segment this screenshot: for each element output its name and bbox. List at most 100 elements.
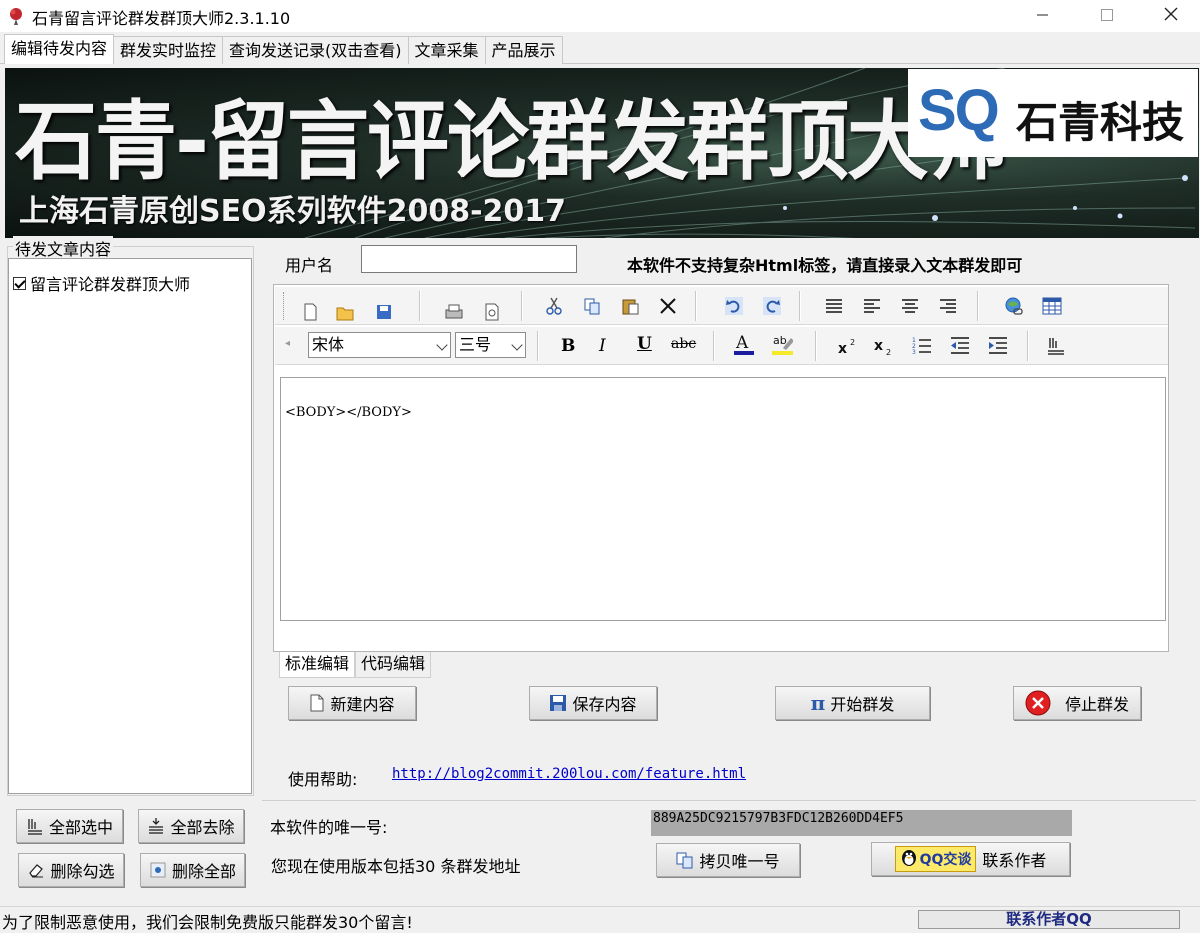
delete-all-button[interactable]: 删除全部 — [140, 853, 245, 887]
deselect-all-icon — [147, 817, 165, 835]
align-left-icon[interactable] — [861, 295, 883, 317]
new-document-icon[interactable] — [299, 301, 321, 323]
toolbar-separator — [1027, 331, 1028, 361]
tab-standard-edit[interactable]: 标准编辑 — [279, 652, 356, 678]
svg-text:2: 2 — [850, 338, 855, 347]
copy-icon[interactable] — [581, 295, 603, 317]
undo-icon[interactable] — [723, 295, 745, 317]
red-flower-icon — [6, 6, 26, 26]
font-color-icon[interactable]: A — [733, 333, 755, 355]
save-content-button[interactable]: 保存内容 — [529, 686, 657, 720]
select-all-label: 全部选中 — [48, 818, 113, 837]
toolbar-grip — [283, 292, 285, 320]
uid-label: 本软件的唯一号: — [270, 818, 388, 837]
start-send-button[interactable]: π 开始群发 — [775, 686, 930, 720]
help-link[interactable]: http://blog2commit.200lou.com/feature.ht… — [392, 766, 746, 782]
list-item[interactable]: 留言评论群发群顶大师 — [13, 271, 190, 295]
minimize-button[interactable] — [1020, 0, 1066, 32]
status-contact-qq[interactable]: 联系作者QQ — [918, 910, 1180, 929]
rich-text-editor: ◂ 宋体 三号 B I U abc A ab x2 x2 123 <BODY><… — [273, 284, 1169, 652]
paste-icon[interactable] — [619, 295, 641, 317]
toolbar-separator — [815, 331, 816, 361]
tab-product-showcase[interactable]: 产品展示 — [484, 36, 563, 64]
new-content-label: 新建内容 — [330, 695, 395, 714]
article-list[interactable]: 留言评论群发群顶大师 — [8, 258, 252, 794]
logo-text: 石青科技 — [1016, 98, 1185, 147]
copy-icon — [676, 851, 694, 869]
editor-content-area[interactable]: <BODY></BODY> — [280, 377, 1166, 621]
select-all-icon — [26, 817, 44, 835]
open-folder-icon[interactable] — [335, 301, 357, 323]
save-content-label: 保存内容 — [572, 695, 637, 714]
save-disk-icon[interactable] — [373, 301, 395, 323]
tab-edit-content[interactable]: 编辑待发内容 — [4, 34, 115, 64]
maximize-icon — [1101, 7, 1113, 25]
delete-all-icon — [149, 861, 167, 879]
window-title: 石青留言评论群发群顶大师2.3.1.10 — [32, 9, 291, 28]
qq-penguin-icon — [900, 847, 918, 871]
font-size-select[interactable]: 三号 — [455, 332, 526, 358]
tab-code-edit[interactable]: 代码编辑 — [355, 652, 432, 678]
cut-icon[interactable] — [543, 295, 565, 317]
highlight-color-icon[interactable]: ab — [771, 333, 793, 355]
contact-author-label: 联系作者 — [982, 851, 1047, 870]
print-preview-icon[interactable] — [481, 301, 503, 323]
superscript-icon[interactable]: x2 — [837, 335, 859, 357]
copy-uid-button[interactable]: 拷贝唯一号 — [656, 843, 800, 877]
printer-icon[interactable] — [443, 301, 465, 323]
align-right-icon[interactable] — [937, 295, 959, 317]
close-button[interactable] — [1148, 0, 1194, 32]
contact-author-button[interactable]: QQ交谈 联系作者 — [871, 842, 1070, 876]
underline-button[interactable]: U — [637, 334, 652, 354]
delete-all-label: 删除全部 — [171, 862, 236, 881]
uid-value[interactable]: 889A25DC9215797B3FDC12B260DD4EF5 — [651, 810, 1072, 836]
deselect-all-label: 全部去除 — [170, 818, 235, 837]
maximize-button[interactable] — [1084, 0, 1130, 32]
ordered-list-icon[interactable]: 123 — [911, 335, 933, 357]
toolbar-scroll-left-icon[interactable]: ◂ — [285, 338, 290, 349]
banner-title: 石青-留言评论群发群顶大师 — [15, 92, 1009, 192]
new-document-icon — [309, 694, 325, 712]
select-all-button[interactable]: 全部选中 — [16, 809, 123, 843]
increase-indent-icon[interactable] — [987, 335, 1009, 357]
delete-checked-button[interactable]: 删除勾选 — [18, 853, 124, 887]
editor-mode-tabs: 标准编辑 代码编辑 — [279, 652, 432, 678]
italic-button[interactable]: I — [599, 336, 606, 356]
save-disk-icon — [549, 694, 567, 712]
tab-article-collect[interactable]: 文章采集 — [407, 36, 486, 64]
justify-icon[interactable] — [823, 295, 845, 317]
subscript-icon[interactable]: x2 — [873, 335, 895, 357]
new-content-button[interactable]: 新建内容 — [288, 686, 416, 720]
minimize-icon — [1037, 7, 1049, 25]
select-all-text-icon[interactable] — [1045, 335, 1067, 357]
deselect-all-button[interactable]: 全部去除 — [138, 809, 244, 843]
svg-text:x: x — [838, 341, 847, 355]
tab-send-records[interactable]: 查询发送记录(双击查看) — [222, 36, 409, 64]
tab-live-monitor[interactable]: 群发实时监控 — [113, 36, 224, 64]
chevron-down-icon — [511, 339, 523, 351]
strikethrough-button[interactable]: abc — [671, 336, 696, 352]
font-family-select[interactable]: 宋体 — [308, 332, 451, 358]
toolbar-separator — [977, 291, 978, 321]
username-input[interactable] — [361, 245, 577, 273]
chevron-down-icon — [436, 339, 448, 351]
delete-icon[interactable] — [657, 295, 679, 317]
align-center-icon[interactable] — [899, 295, 921, 317]
redo-icon[interactable] — [761, 295, 783, 317]
decrease-indent-icon[interactable] — [949, 335, 971, 357]
company-logo: SQ 石青科技 — [908, 69, 1198, 157]
insert-link-icon[interactable] — [1003, 295, 1025, 317]
article-group-label: 待发文章内容 — [13, 236, 114, 260]
bold-button[interactable]: B — [561, 336, 575, 356]
username-label: 用户名 — [285, 256, 334, 275]
item-checkbox[interactable] — [13, 276, 26, 290]
qq-chat-badge: QQ交谈 — [894, 846, 977, 872]
svg-text:3: 3 — [912, 349, 916, 356]
svg-text:A: A — [735, 333, 749, 353]
font-size-value: 三号 — [459, 335, 492, 354]
toolbar-separator — [695, 291, 696, 321]
logo-mark: SQ — [918, 78, 1000, 143]
stop-send-button[interactable]: 停止群发 — [1013, 686, 1141, 720]
version-info: 您现在使用版本包括30 条群发地址 — [271, 857, 521, 876]
insert-table-icon[interactable] — [1041, 295, 1063, 317]
